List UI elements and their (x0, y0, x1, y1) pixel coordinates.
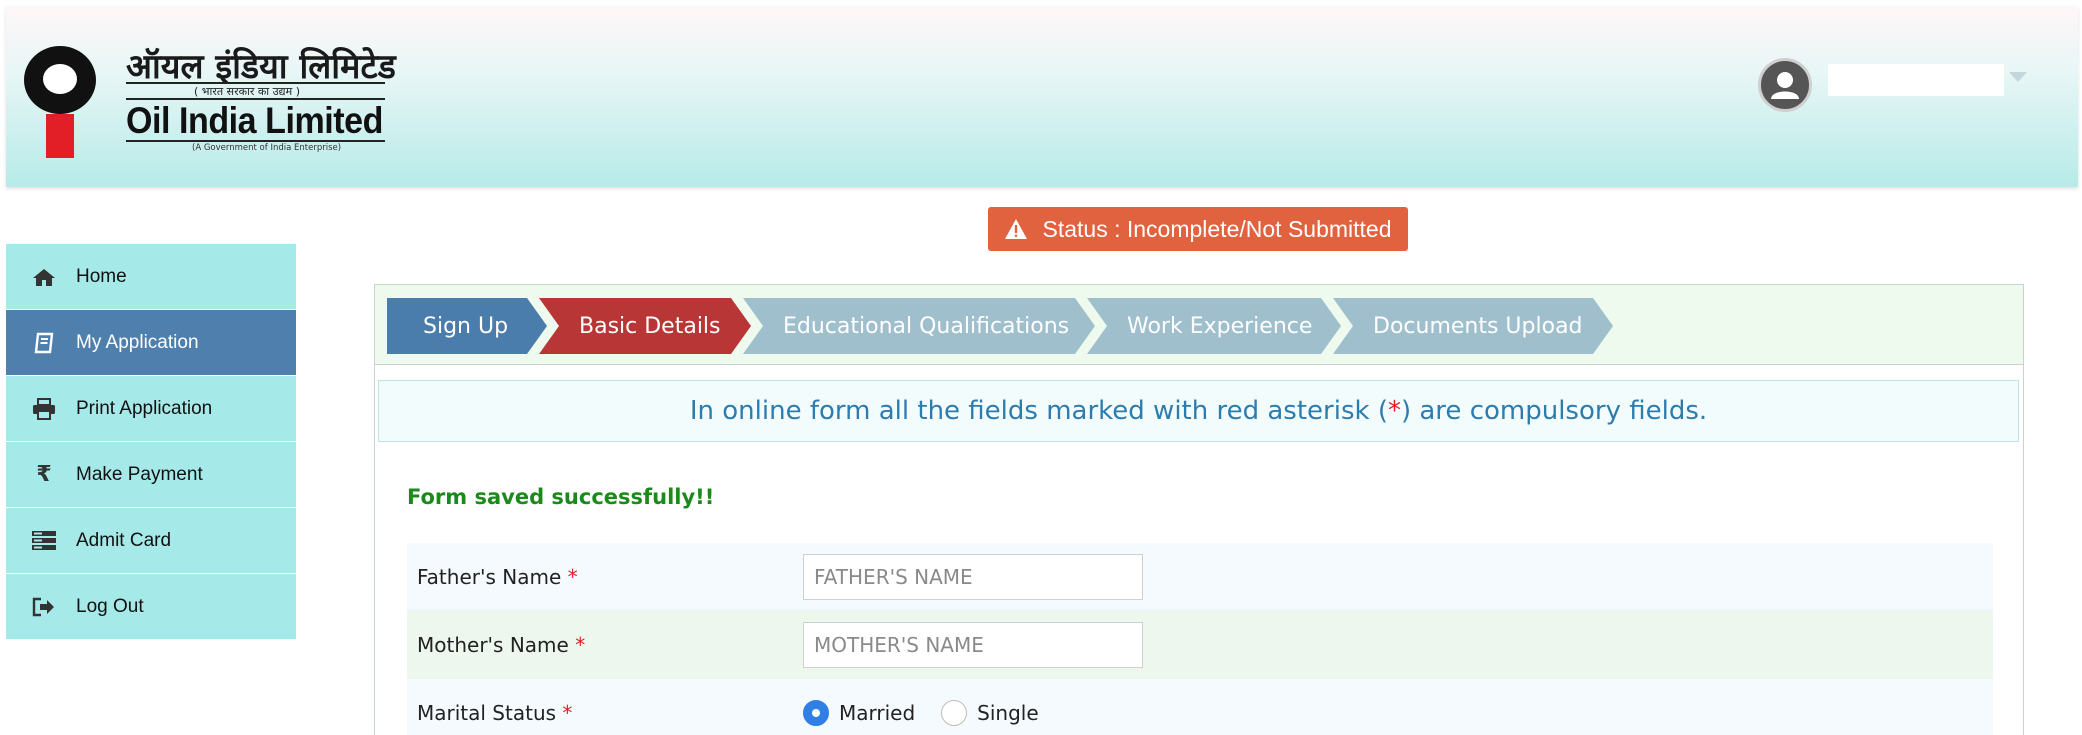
notice-text-before: In online form all the fields marked wit… (689, 396, 1388, 426)
step-label: Sign Up (423, 313, 509, 339)
step-sign-up[interactable]: Sign Up (387, 298, 547, 354)
sidebar-item-label: Admit Card (76, 529, 172, 551)
step-educational-qualifications[interactable]: Educational Qualifications (743, 298, 1095, 354)
fathers-name-label: Father's Name * (407, 565, 803, 589)
page: ऑयल इंडिया लिमिटेड ( भारत सरकार का उद्यम… (0, 0, 2082, 735)
notice-text-after: ) are compulsory fields. (1400, 396, 1708, 426)
sidebar: Home My Application Print Application ₹ … (6, 244, 296, 640)
fathers-name-label-text: Father's Name (417, 564, 562, 589)
oil-india-logo-icon (24, 46, 96, 158)
application-form-panel: Sign Up Basic Details Educational Qualif… (374, 284, 2024, 735)
fathers-name-input[interactable] (803, 553, 1143, 600)
sidebar-item-make-payment[interactable]: ₹ Make Payment (6, 442, 296, 508)
sidebar-item-log-out[interactable]: Log Out (6, 574, 296, 640)
notice-asterisk: * (1387, 396, 1401, 426)
sidebar-item-label: Home (76, 265, 127, 287)
sidebar-item-label: My Application (76, 331, 199, 353)
marital-status-row: Marital Status * Married Single (407, 679, 1993, 735)
form-saved-message: Form saved successfully!! (407, 485, 715, 509)
step-documents-upload[interactable]: Documents Upload (1333, 298, 1613, 354)
home-icon (30, 265, 58, 289)
book-icon (30, 331, 58, 355)
radio-single[interactable] (941, 699, 968, 726)
compulsory-fields-notice: In online form all the fields marked wit… (378, 380, 2019, 442)
status-text: Status : Incomplete/Not Submitted (1042, 215, 1392, 242)
marital-status-label: Marital Status * (407, 701, 803, 725)
step-basic-details[interactable]: Basic Details (539, 298, 751, 354)
marital-status-label-text: Marital Status (417, 700, 557, 725)
printer-icon (30, 397, 58, 421)
sidebar-item-admit-card[interactable]: Admit Card (6, 508, 296, 574)
chevron-down-icon[interactable] (2009, 72, 2027, 82)
card-icon (30, 529, 58, 553)
logo-english-text: Oil India Limited (126, 100, 383, 141)
step-label: Educational Qualifications (783, 313, 1070, 339)
required-asterisk: * (562, 700, 573, 725)
radio-single-label[interactable]: Single (977, 701, 1038, 725)
marital-status-radio-group: Married Single (803, 699, 1039, 726)
mothers-name-label: Mother's Name * (407, 633, 803, 657)
sidebar-item-label: Print Application (76, 397, 213, 419)
mothers-name-row: Mother's Name * (407, 611, 1993, 679)
user-avatar-icon[interactable] (1758, 58, 1812, 112)
logout-icon (30, 595, 58, 619)
user-name-dropdown[interactable] (1828, 64, 2004, 96)
step-label: Documents Upload (1373, 313, 1583, 339)
required-asterisk: * (575, 632, 586, 657)
step-label: Basic Details (579, 313, 721, 339)
step-work-experience[interactable]: Work Experience (1087, 298, 1341, 354)
required-asterisk: * (567, 564, 578, 589)
mothers-name-input[interactable] (803, 621, 1143, 668)
radio-married-label[interactable]: Married (839, 701, 915, 725)
logo-english-subtitle: (A Government of India Enterprise) (192, 143, 342, 153)
rupee-icon: ₹ (36, 462, 52, 487)
logo-rule-bottom (126, 140, 385, 142)
mothers-name-label-text: Mother's Name (417, 632, 569, 657)
sidebar-item-label: Make Payment (76, 463, 203, 485)
step-label: Work Experience (1127, 313, 1313, 339)
sidebar-item-print-application[interactable]: Print Application (6, 376, 296, 442)
status-badge: Status : Incomplete/Not Submitted (988, 207, 1408, 251)
fathers-name-row: Father's Name * (407, 543, 1993, 611)
header: ऑयल इंडिया लिमिटेड ( भारत सरकार का उद्यम… (6, 6, 2078, 187)
sidebar-item-home[interactable]: Home (6, 244, 296, 310)
warning-icon (1004, 218, 1028, 240)
radio-married[interactable] (803, 699, 829, 726)
sidebar-item-label: Log Out (76, 595, 144, 617)
sidebar-item-my-application[interactable]: My Application (6, 310, 296, 376)
logo-hindi-subtitle: ( भारत सरकार का उद्यम ) (194, 85, 300, 98)
progress-steps: Sign Up Basic Details Educational Qualif… (375, 285, 2023, 365)
